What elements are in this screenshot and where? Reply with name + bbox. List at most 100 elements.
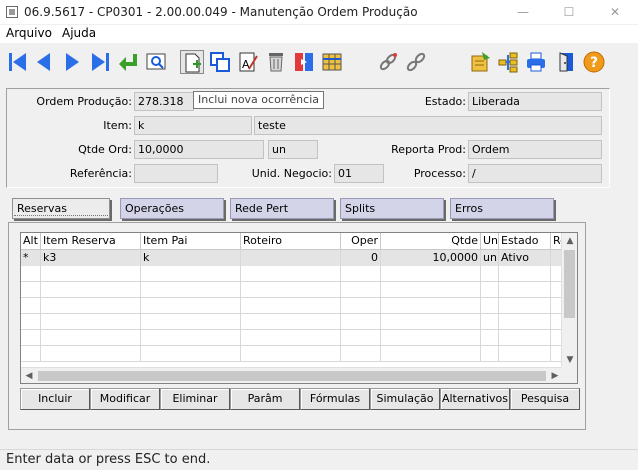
tab-strip: Reservas Operações Rede Pert Splits Erro…: [0, 196, 638, 222]
link-icon[interactable]: [376, 50, 400, 74]
empty-cell: [499, 314, 551, 330]
empty-cell: [21, 298, 41, 314]
empty-cell: [341, 346, 381, 362]
incluir-button[interactable]: Incluir: [20, 388, 90, 410]
vertical-scrollbar[interactable]: ▲ ▼: [561, 233, 577, 368]
empty-table-row[interactable]: [21, 346, 562, 362]
empty-cell: [481, 330, 499, 346]
empty-cell: [21, 266, 41, 282]
empty-cell: [21, 282, 41, 298]
column-header-oper[interactable]: Oper: [341, 233, 381, 250]
reservas-grid[interactable]: Alt Item Reserva Item Pai Roteiro Oper Q…: [20, 232, 578, 384]
empty-cell: [341, 266, 381, 282]
scroll-up-icon[interactable]: ▲: [562, 233, 578, 249]
column-header-roteiro[interactable]: Roteiro: [241, 233, 341, 250]
help-icon[interactable]: ?: [582, 50, 606, 74]
column-header-item-reserva[interactable]: Item Reserva: [41, 233, 141, 250]
print-icon[interactable]: [524, 50, 548, 74]
empty-cell: [499, 266, 551, 282]
tab-reservas[interactable]: Reservas: [12, 198, 110, 219]
tooltip: Inclui nova ocorrência: [193, 91, 324, 109]
referencia-label: Referência:: [69, 167, 132, 180]
edit-text-icon[interactable]: A: [236, 50, 260, 74]
empty-table-row[interactable]: [21, 298, 562, 314]
modificar-button[interactable]: Modificar: [90, 388, 160, 410]
cell-oper: 0: [341, 250, 381, 266]
processo-field: /: [468, 164, 602, 183]
tab-splits[interactable]: Splits: [340, 198, 444, 219]
qtde-label: Qtde Ord:: [78, 143, 132, 156]
unid-negocio-label: Unid. Negocio:: [251, 167, 332, 180]
empty-cell: [21, 346, 41, 362]
empty-cell: [499, 282, 551, 298]
empty-cell: [499, 298, 551, 314]
delete-icon[interactable]: [264, 50, 288, 74]
unlink-icon[interactable]: [404, 50, 428, 74]
empty-cell: [21, 330, 41, 346]
qtde-unit-field: un: [268, 140, 318, 159]
window-title: 06.9.5617 - CP0301 - 2.00.00.049 - Manut…: [24, 5, 418, 19]
tab-erros[interactable]: Erros: [450, 198, 554, 219]
column-header-item-pai[interactable]: Item Pai: [141, 233, 241, 250]
tab-rede-pert[interactable]: Rede Pert: [230, 198, 334, 219]
next-record-icon[interactable]: [60, 50, 84, 74]
param-button[interactable]: Parâm: [230, 388, 300, 410]
empty-cell: [341, 298, 381, 314]
notes-icon[interactable]: [468, 50, 492, 74]
new-occurrence-icon[interactable]: [180, 50, 204, 74]
formulas-button[interactable]: Fórmulas: [300, 388, 370, 410]
estado-label: Estado:: [424, 95, 466, 108]
empty-cell: [481, 282, 499, 298]
scroll-down-icon[interactable]: ▼: [562, 352, 578, 368]
switch-icon[interactable]: [292, 50, 316, 74]
previous-record-icon[interactable]: [32, 50, 56, 74]
horizontal-scrollbar[interactable]: ◀ ▶: [21, 367, 563, 383]
view-icon[interactable]: [144, 50, 168, 74]
empty-cell: [341, 282, 381, 298]
menu-arquivo[interactable]: Arquivo: [6, 26, 52, 40]
tab-operacoes[interactable]: Operações: [120, 198, 224, 219]
close-button[interactable]: ✕: [592, 0, 638, 24]
column-header-un[interactable]: Un: [481, 233, 499, 250]
column-header-estado[interactable]: Estado: [499, 233, 551, 250]
empty-table-row[interactable]: [21, 282, 562, 298]
table-row[interactable]: * k3 k 0 10,0000 un Ativo: [21, 250, 562, 266]
eliminar-button[interactable]: Eliminar: [160, 388, 230, 410]
ordem-field[interactable]: 278.318: [134, 92, 194, 111]
item-label: Item:: [103, 119, 132, 132]
unid-negocio-field[interactable]: 01: [334, 164, 384, 183]
column-header-alt[interactable]: Alt: [21, 233, 41, 250]
scroll-corner: [561, 367, 577, 383]
status-text: Enter data or press ESC to end.: [6, 452, 211, 467]
empty-table-row[interactable]: [21, 266, 562, 282]
empty-table-row[interactable]: [21, 314, 562, 330]
scroll-left-icon[interactable]: ◀: [21, 368, 37, 384]
last-record-icon[interactable]: [88, 50, 112, 74]
empty-cell: [141, 314, 241, 330]
maximize-button[interactable]: ☐: [546, 0, 592, 24]
empty-cell: [381, 266, 481, 282]
empty-cell: [141, 266, 241, 282]
status-bar: Enter data or press ESC to end.: [0, 449, 638, 470]
vertical-scroll-thumb[interactable]: [564, 250, 575, 318]
empty-cell: [241, 298, 341, 314]
column-header-qtde[interactable]: Qtde: [381, 233, 481, 250]
grid-view-icon[interactable]: [320, 50, 344, 74]
empty-cell: [481, 314, 499, 330]
empty-table-row[interactable]: [21, 330, 562, 346]
menu-ajuda[interactable]: Ajuda: [62, 26, 96, 40]
referencia-field[interactable]: [134, 164, 218, 183]
hierarchy-icon[interactable]: [496, 50, 520, 74]
alternativos-button[interactable]: Alternativos: [440, 388, 510, 410]
pesquisa-button[interactable]: Pesquisa: [510, 388, 580, 410]
minimize-button[interactable]: —: [500, 0, 546, 24]
exit-icon[interactable]: [554, 50, 578, 74]
first-record-icon[interactable]: [6, 50, 30, 74]
return-icon[interactable]: [116, 50, 140, 74]
estado-field: Liberada: [468, 92, 602, 111]
qtde-field[interactable]: 10,0000: [134, 140, 264, 159]
copy-icon[interactable]: [208, 50, 232, 74]
simulacao-button[interactable]: Simulação: [370, 388, 440, 410]
item-field[interactable]: k: [134, 116, 252, 135]
horizontal-scroll-thumb[interactable]: [38, 371, 546, 381]
